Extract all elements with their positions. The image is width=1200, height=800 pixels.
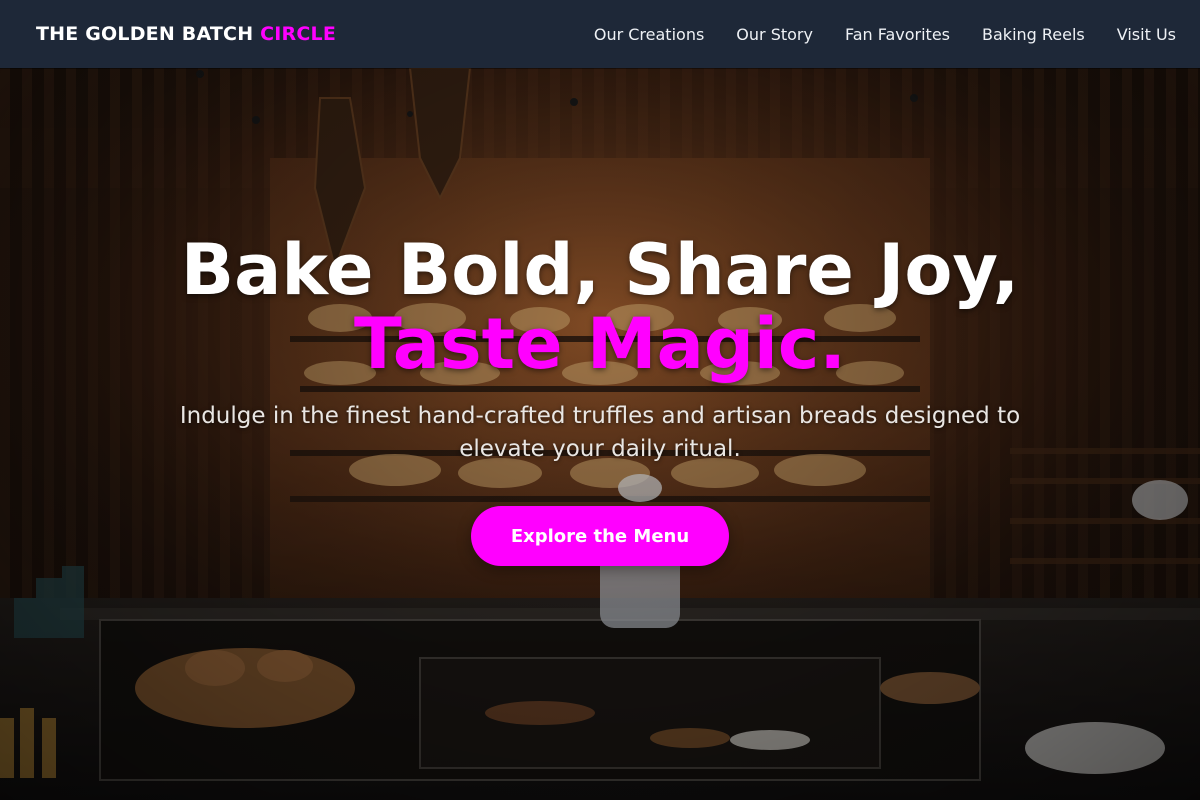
brand-name: THE GOLDEN BATCH	[36, 23, 254, 45]
nav-link-visit-us[interactable]: Visit Us	[1117, 25, 1176, 44]
nav-link-fan-favorites[interactable]: Fan Favorites	[845, 25, 950, 44]
hero-headline-line1: Bake Bold, Share Joy,	[180, 229, 1020, 311]
brand-accent: CIRCLE	[260, 23, 336, 45]
hero-subtitle: Indulge in the finest hand-crafted truff…	[179, 403, 1021, 462]
nav-links: Our Creations Our Story Fan Favorites Ba…	[594, 25, 1176, 44]
brand-logo[interactable]: THE GOLDEN BATCH CIRCLE	[36, 23, 336, 45]
explore-menu-button[interactable]: Explore the Menu	[471, 506, 729, 566]
hero-headline-line2: Taste Magic.	[353, 303, 847, 385]
nav-link-our-creations[interactable]: Our Creations	[594, 25, 704, 44]
nav-link-baking-reels[interactable]: Baking Reels	[982, 25, 1085, 44]
hero-section: Bake Bold, Share Joy, Taste Magic. Indul…	[0, 68, 1200, 800]
top-navbar: THE GOLDEN BATCH CIRCLE Our Creations Ou…	[0, 0, 1200, 68]
nav-link-our-story[interactable]: Our Story	[736, 25, 813, 44]
